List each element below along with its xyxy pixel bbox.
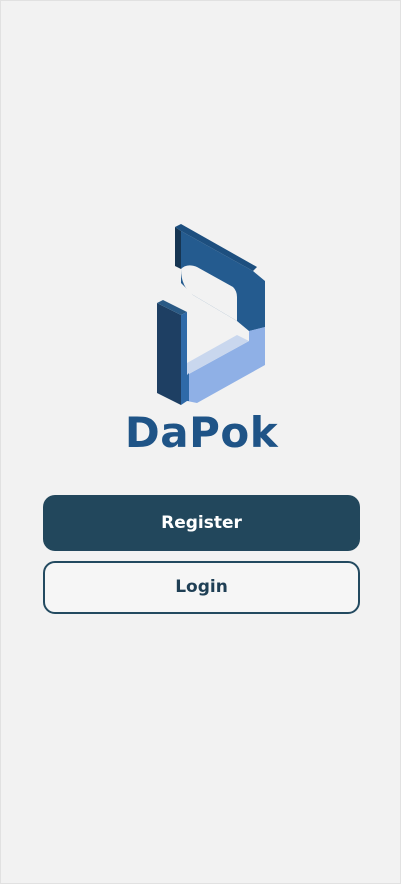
brand-name: DaPok xyxy=(124,408,279,457)
dapok-logo-icon xyxy=(157,224,265,405)
login-button[interactable]: Login xyxy=(43,561,360,614)
welcome-screen: DaPok Register Login xyxy=(0,0,401,884)
register-button[interactable]: Register xyxy=(43,495,360,551)
